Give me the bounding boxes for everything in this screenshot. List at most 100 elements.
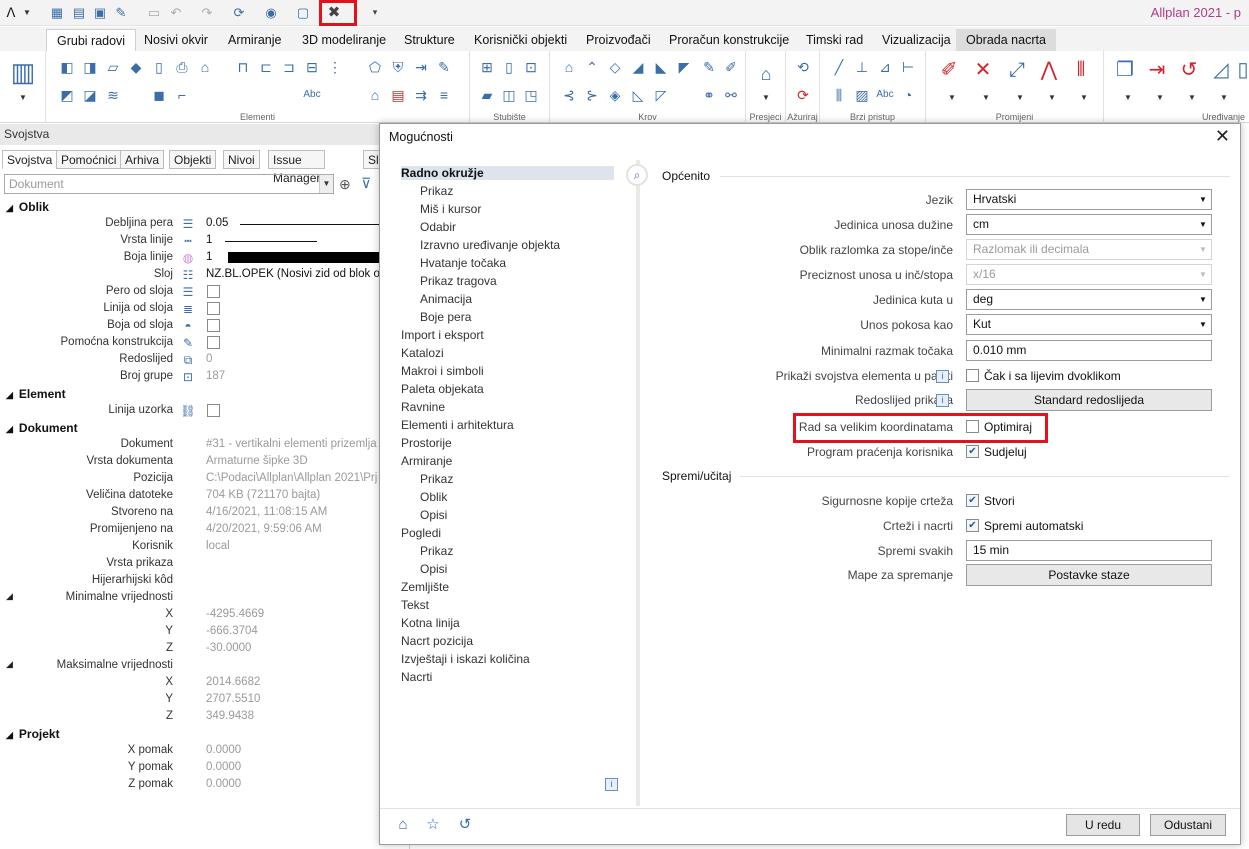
- finish-icon[interactable]: ⛨: [389, 58, 407, 76]
- window-icon[interactable]: ⊏: [257, 58, 275, 76]
- info-icon[interactable]: i: [936, 394, 949, 407]
- chevron-down-icon[interactable]: ▼: [1011, 89, 1029, 107]
- eraser-icon[interactable]: ✐: [940, 60, 958, 80]
- niche-icon[interactable]: ◩: [58, 86, 76, 104]
- chevron-down-icon[interactable]: ▼: [1183, 89, 1201, 107]
- wall-icon[interactable]: ◧: [58, 58, 76, 76]
- section-edit-icon[interactable]: ✎: [700, 58, 718, 76]
- open-folder-icon[interactable]: ⌂: [392, 814, 414, 836]
- cancel-button[interactable]: Odustani: [1150, 814, 1226, 836]
- tree-item[interactable]: Prikaz: [420, 544, 453, 558]
- level-icon[interactable]: ≡: [435, 86, 453, 104]
- tab-obrada-nacrta[interactable]: Obrada nacrta: [956, 29, 1056, 51]
- filter-icon[interactable]: ⊽: [361, 175, 371, 192]
- tab-issue-manager[interactable]: Issue Manager: [268, 150, 326, 185]
- show-props-checkbox[interactable]: [966, 369, 979, 382]
- language-select[interactable]: Hrvatski ▼: [966, 189, 1212, 210]
- tree-item[interactable]: Makroi i simboli: [401, 364, 484, 378]
- eaves-icon[interactable]: ◺: [629, 86, 647, 104]
- view-icon[interactable]: ◉: [262, 4, 280, 21]
- save-icon[interactable]: ▣: [91, 4, 109, 21]
- skylight-icon[interactable]: ◣: [652, 58, 670, 76]
- tree-item[interactable]: Kotna linija: [401, 616, 460, 630]
- angle-unit-select[interactable]: deg ▼: [966, 289, 1212, 310]
- tree-item[interactable]: Animacija: [420, 292, 472, 306]
- pen-from-layer-checkbox[interactable]: [207, 285, 220, 298]
- tab-svojstva[interactable]: Svojstva: [2, 150, 58, 169]
- tab-objekti[interactable]: Objekti: [169, 150, 217, 169]
- search-icon[interactable]: ⌕: [626, 164, 648, 186]
- tab-timski-rad[interactable]: Timski rad: [796, 29, 873, 51]
- fraction-select[interactable]: Razlomak ili decimala ▼: [966, 239, 1212, 260]
- undo-icon[interactable]: ↶: [167, 4, 185, 21]
- chevron-down-icon[interactable]: ▼: [1151, 89, 1169, 107]
- dimension-icon[interactable]: ⊿: [876, 58, 894, 76]
- section-view-icon[interactable]: ⚭: [700, 86, 718, 104]
- tree-item[interactable]: Izvještaji i iskazi količina: [401, 652, 530, 666]
- chevron-down-icon[interactable]: ▼: [319, 175, 333, 193]
- opening-icon[interactable]: ▯: [150, 58, 168, 76]
- prop-row-pen-from-layer[interactable]: Pero od sloja ☰: [0, 284, 410, 301]
- tab-proracun-konstrukcije[interactable]: Proračun konstrukcije: [659, 29, 799, 51]
- tree-item[interactable]: Paleta objekata: [401, 382, 484, 396]
- prop-row-color-from-layer[interactable]: Boja od sloja ◓: [0, 318, 410, 335]
- save-interval-input[interactable]: 15 min: [966, 540, 1212, 561]
- stretch-icon[interactable]: ◿: [1212, 60, 1230, 80]
- min-distance-input[interactable]: 0.010 mm: [966, 340, 1212, 361]
- railing-icon[interactable]: ⋮: [326, 58, 344, 76]
- assign-icon[interactable]: ⇉: [412, 86, 430, 104]
- recess-icon[interactable]: ◪: [81, 86, 99, 104]
- dial-icon[interactable]: ◔: [899, 86, 917, 104]
- document-selector[interactable]: Dokument ▼: [4, 174, 334, 194]
- line-icon[interactable]: ╱: [830, 58, 848, 76]
- tree-item[interactable]: Pogledi: [401, 526, 441, 540]
- sill-icon[interactable]: ⌐: [173, 86, 191, 104]
- tree-item[interactable]: Miš i kursor: [420, 202, 481, 216]
- tree-item[interactable]: Boje pera: [420, 310, 471, 324]
- block-icon[interactable]: ◼: [150, 86, 168, 104]
- array-icon[interactable]: ▯: [1234, 60, 1249, 80]
- column-icon[interactable]: ◨: [81, 58, 99, 76]
- pattern-line-checkbox[interactable]: [207, 404, 220, 417]
- chevron-down-icon[interactable]: ▼: [977, 89, 995, 107]
- tab-nosivi-okvir[interactable]: Nosivi okvir: [134, 29, 218, 51]
- pattern-icon[interactable]: ▨: [853, 86, 871, 104]
- prop-row-pattern-line[interactable]: Linija uzorka ⛓: [0, 403, 410, 420]
- chevron-down-icon[interactable]: ▼: [14, 89, 32, 107]
- update-all-icon[interactable]: ⟳: [794, 86, 812, 104]
- layout-icon[interactable]: ▢: [294, 4, 312, 21]
- favorite-icon[interactable]: ☆: [422, 814, 444, 836]
- info-icon[interactable]: i: [936, 370, 949, 383]
- drawings-checkbox[interactable]: ✔: [966, 519, 979, 532]
- chevron-down-icon[interactable]: ▼: [18, 4, 36, 21]
- text-icon[interactable]: Abc: [876, 86, 894, 104]
- line-from-layer-checkbox[interactable]: [207, 302, 220, 315]
- tab-grubi-radovi[interactable]: Grubi radovi: [46, 29, 137, 51]
- tab-korisnicki-objekti[interactable]: Korisnički objekti: [464, 29, 577, 51]
- building-icon[interactable]: ▥: [8, 57, 38, 87]
- label-icon[interactable]: Abc: [303, 86, 321, 104]
- rotate-icon[interactable]: ↺: [1180, 60, 1198, 80]
- chevron-down-icon[interactable]: ▼: [1075, 89, 1093, 107]
- display-order-button[interactable]: Standard redoslijeda: [966, 389, 1212, 411]
- chevron-down-icon[interactable]: ▼: [757, 89, 775, 107]
- print-icon[interactable]: ⎙: [173, 58, 191, 76]
- tree-item[interactable]: Hvatanje točaka: [420, 256, 506, 270]
- open-icon[interactable]: ▤: [70, 4, 88, 21]
- tab-nivoi[interactable]: Nivoi: [223, 150, 260, 169]
- lintel-icon[interactable]: ⊟: [303, 58, 321, 76]
- beam-icon[interactable]: ◆: [127, 58, 145, 76]
- length-unit-select[interactable]: cm ▼: [966, 214, 1212, 235]
- roof-cover-icon[interactable]: ◢: [629, 58, 647, 76]
- tree-item[interactable]: Ravnine: [401, 400, 445, 414]
- tree-item[interactable]: Opisi: [420, 508, 447, 522]
- update-icon[interactable]: ⟲: [794, 58, 812, 76]
- prop-row-color[interactable]: Boja linije ◍ 1: [0, 250, 410, 267]
- tree-item[interactable]: Odabir: [420, 220, 456, 234]
- slope-select[interactable]: Kut ▼: [966, 314, 1212, 335]
- section-projekt[interactable]: ◢ Projekt: [6, 727, 60, 741]
- chevron-down-icon[interactable]: ▼: [1215, 89, 1233, 107]
- purlin-icon[interactable]: ⊱: [583, 86, 601, 104]
- section-house-icon[interactable]: ⌂: [757, 65, 775, 83]
- aux-construction-checkbox[interactable]: [207, 336, 220, 349]
